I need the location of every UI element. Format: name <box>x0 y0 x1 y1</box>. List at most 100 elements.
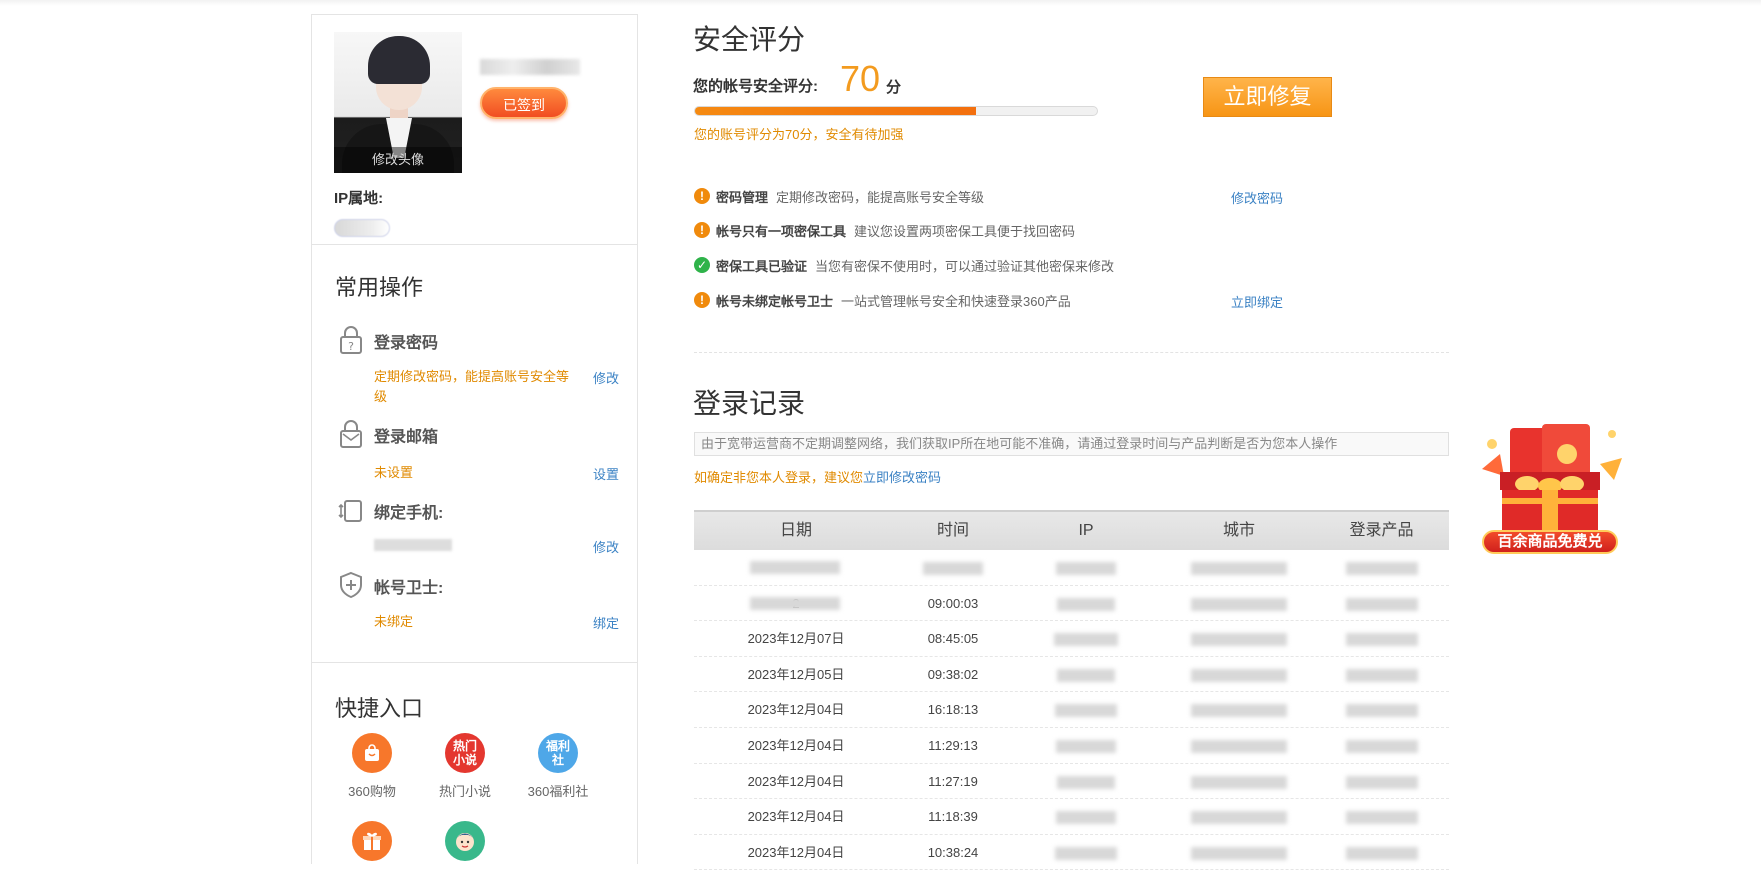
cell-ip <box>1008 764 1164 799</box>
fix-now-button[interactable]: 立即修复 <box>1203 77 1332 117</box>
cell-city <box>1164 692 1314 727</box>
warning-icon: ! <box>694 292 710 308</box>
product-blurred <box>1345 811 1418 825</box>
cell-city <box>1164 835 1314 870</box>
product-blurred <box>1345 668 1418 682</box>
welfare-icon: 福利社 <box>538 733 578 773</box>
ip-location-label: IP属地: <box>334 190 384 207</box>
check-desc: 当您有密保不使用时，可以通过验证其他密保来修改 <box>815 258 1115 274</box>
time-blurred <box>923 562 983 576</box>
modify-phone-link[interactable]: 修改 <box>593 537 619 556</box>
shopping-bag-icon <box>352 733 392 773</box>
check-title: 帐号只有一项密保工具 <box>716 223 847 239</box>
check-tool-verified: ✓ 密保工具已验证 当您有密保不使用时，可以通过验证其他密保来修改 <box>694 255 1114 275</box>
left-sidebar: 修改头像 已签到 IP属地: 常用操作 ? 登录密码 定期修改密码，能提高账号安… <box>311 14 638 864</box>
dashed-divider <box>694 352 1449 353</box>
city-blurred <box>1191 846 1287 860</box>
cell-city <box>1164 764 1314 799</box>
ip-blurred <box>1055 704 1117 718</box>
cell-ip <box>1008 550 1164 585</box>
shield-icon <box>340 571 362 599</box>
col-date: 日期 <box>779 522 812 539</box>
cell-city <box>1164 728 1314 763</box>
avatar-hair <box>368 36 430 84</box>
date-blurred <box>750 561 840 574</box>
ip-blurred <box>1056 740 1116 754</box>
op-desc: 定期修改密码，能提高账号安全等级 <box>374 369 570 404</box>
avatar[interactable]: 修改头像 <box>334 32 462 173</box>
city-blurred <box>1191 775 1287 789</box>
check-title: 密码管理 <box>716 189 769 205</box>
op-title: 绑定手机: <box>374 505 444 522</box>
product-blurred <box>1345 846 1418 860</box>
cell-time: 08:45:05 <box>927 631 979 647</box>
promo-label: 百余商品免费兑 <box>1482 530 1618 554</box>
quick-entry-title: 快捷入口 <box>335 696 424 721</box>
product-blurred <box>1345 562 1418 576</box>
table-row: 2023年12月05日 09:38:02 <box>694 657 1449 693</box>
quick-360-shopping[interactable]: 360购物 <box>332 733 412 800</box>
cell-product <box>1314 586 1449 621</box>
cell-ip <box>1008 586 1164 621</box>
ip-blurred <box>1057 668 1115 682</box>
ip-blurred <box>1056 811 1116 825</box>
cell-city <box>1164 657 1314 692</box>
cell-time: 09:00:03 <box>927 595 979 611</box>
promo-banner[interactable]: 百余商品免费兑 <box>1472 414 1628 564</box>
modify-password-action[interactable]: 修改密码 <box>1231 188 1283 207</box>
gift-icon <box>352 821 392 861</box>
quick-hot-novel[interactable]: 热门 小说 热门小说 <box>425 733 505 800</box>
checkmark-icon: ✓ <box>694 257 710 273</box>
cell-date <box>694 550 898 585</box>
cell-time: 09:38:02 <box>927 666 979 682</box>
cell-date: 2023年12月07日 <box>747 631 845 647</box>
quick-gift[interactable] <box>332 821 412 861</box>
quick-label: 360福利社 <box>527 784 589 799</box>
bind-now-action[interactable]: 立即绑定 <box>1231 292 1283 311</box>
cell-date: 2023年12月04日 <box>747 773 845 789</box>
cell-product <box>1314 764 1449 799</box>
ip-blurred <box>1055 846 1117 860</box>
op-desc: 未设置 <box>374 465 414 480</box>
cell-ip <box>1008 692 1164 727</box>
cell-ip <box>1008 621 1164 656</box>
cell-ip <box>1008 799 1164 834</box>
change-password-link[interactable]: 立即修改密码 <box>863 470 941 485</box>
col-ip: IP <box>1078 522 1094 539</box>
confirm-text: 如确定非您本人登录，建议您立即修改密码 <box>694 467 941 486</box>
check-desc: 建议您设置两项密保工具便于找回密码 <box>854 223 1076 239</box>
quick-360-welfare[interactable]: 福利社 360福利社 <box>518 733 598 800</box>
score-value: 70 <box>840 58 881 99</box>
modify-password-link[interactable]: 修改 <box>593 368 619 387</box>
cell-city <box>1164 586 1314 621</box>
ip-location-value-blurred <box>334 219 390 237</box>
cell-date: 2023年12月05日 <box>747 666 845 682</box>
cell-time: 11:18:39 <box>928 809 978 825</box>
op-login-email: 登录邮箱 未设置 设置 <box>334 419 619 482</box>
check-desc: 定期修改密码，能提高账号安全等级 <box>776 189 985 205</box>
cell-product <box>1314 550 1449 585</box>
signed-in-button[interactable]: 已签到 <box>480 87 568 119</box>
cell-city <box>1164 799 1314 834</box>
cell-city <box>1164 550 1314 585</box>
bind-guard-link[interactable]: 绑定 <box>593 613 619 632</box>
login-records-table: 日期 时间 IP 城市 登录产品 2 09:00:03 2023年12月07日 08:… <box>694 510 1449 870</box>
product-blurred <box>1345 740 1418 754</box>
score-note: 您的账号评分为70分，安全有待加强 <box>694 127 904 142</box>
op-title: 登录密码 <box>374 335 439 352</box>
cell-date: 2023年12月04日 <box>747 844 845 860</box>
edit-avatar-button[interactable]: 修改头像 <box>334 147 462 173</box>
cell-date: 2023年12月04日 <box>747 737 845 753</box>
product-blurred <box>1345 633 1418 647</box>
cell-product <box>1314 728 1449 763</box>
cell-time: 10:38:24 <box>927 844 979 860</box>
quick-character[interactable] <box>425 821 505 861</box>
cell-ip <box>1008 835 1164 870</box>
op-title: 帐号卫士: <box>374 580 444 597</box>
check-desc: 一站式管理帐号安全和快速登录360产品 <box>841 293 1071 309</box>
city-blurred <box>1191 633 1287 647</box>
op-title: 登录邮箱 <box>374 429 439 446</box>
lock-icon: ? <box>340 326 362 354</box>
set-email-link[interactable]: 设置 <box>593 464 619 483</box>
table-header: 日期 时间 IP 城市 登录产品 <box>694 510 1449 550</box>
